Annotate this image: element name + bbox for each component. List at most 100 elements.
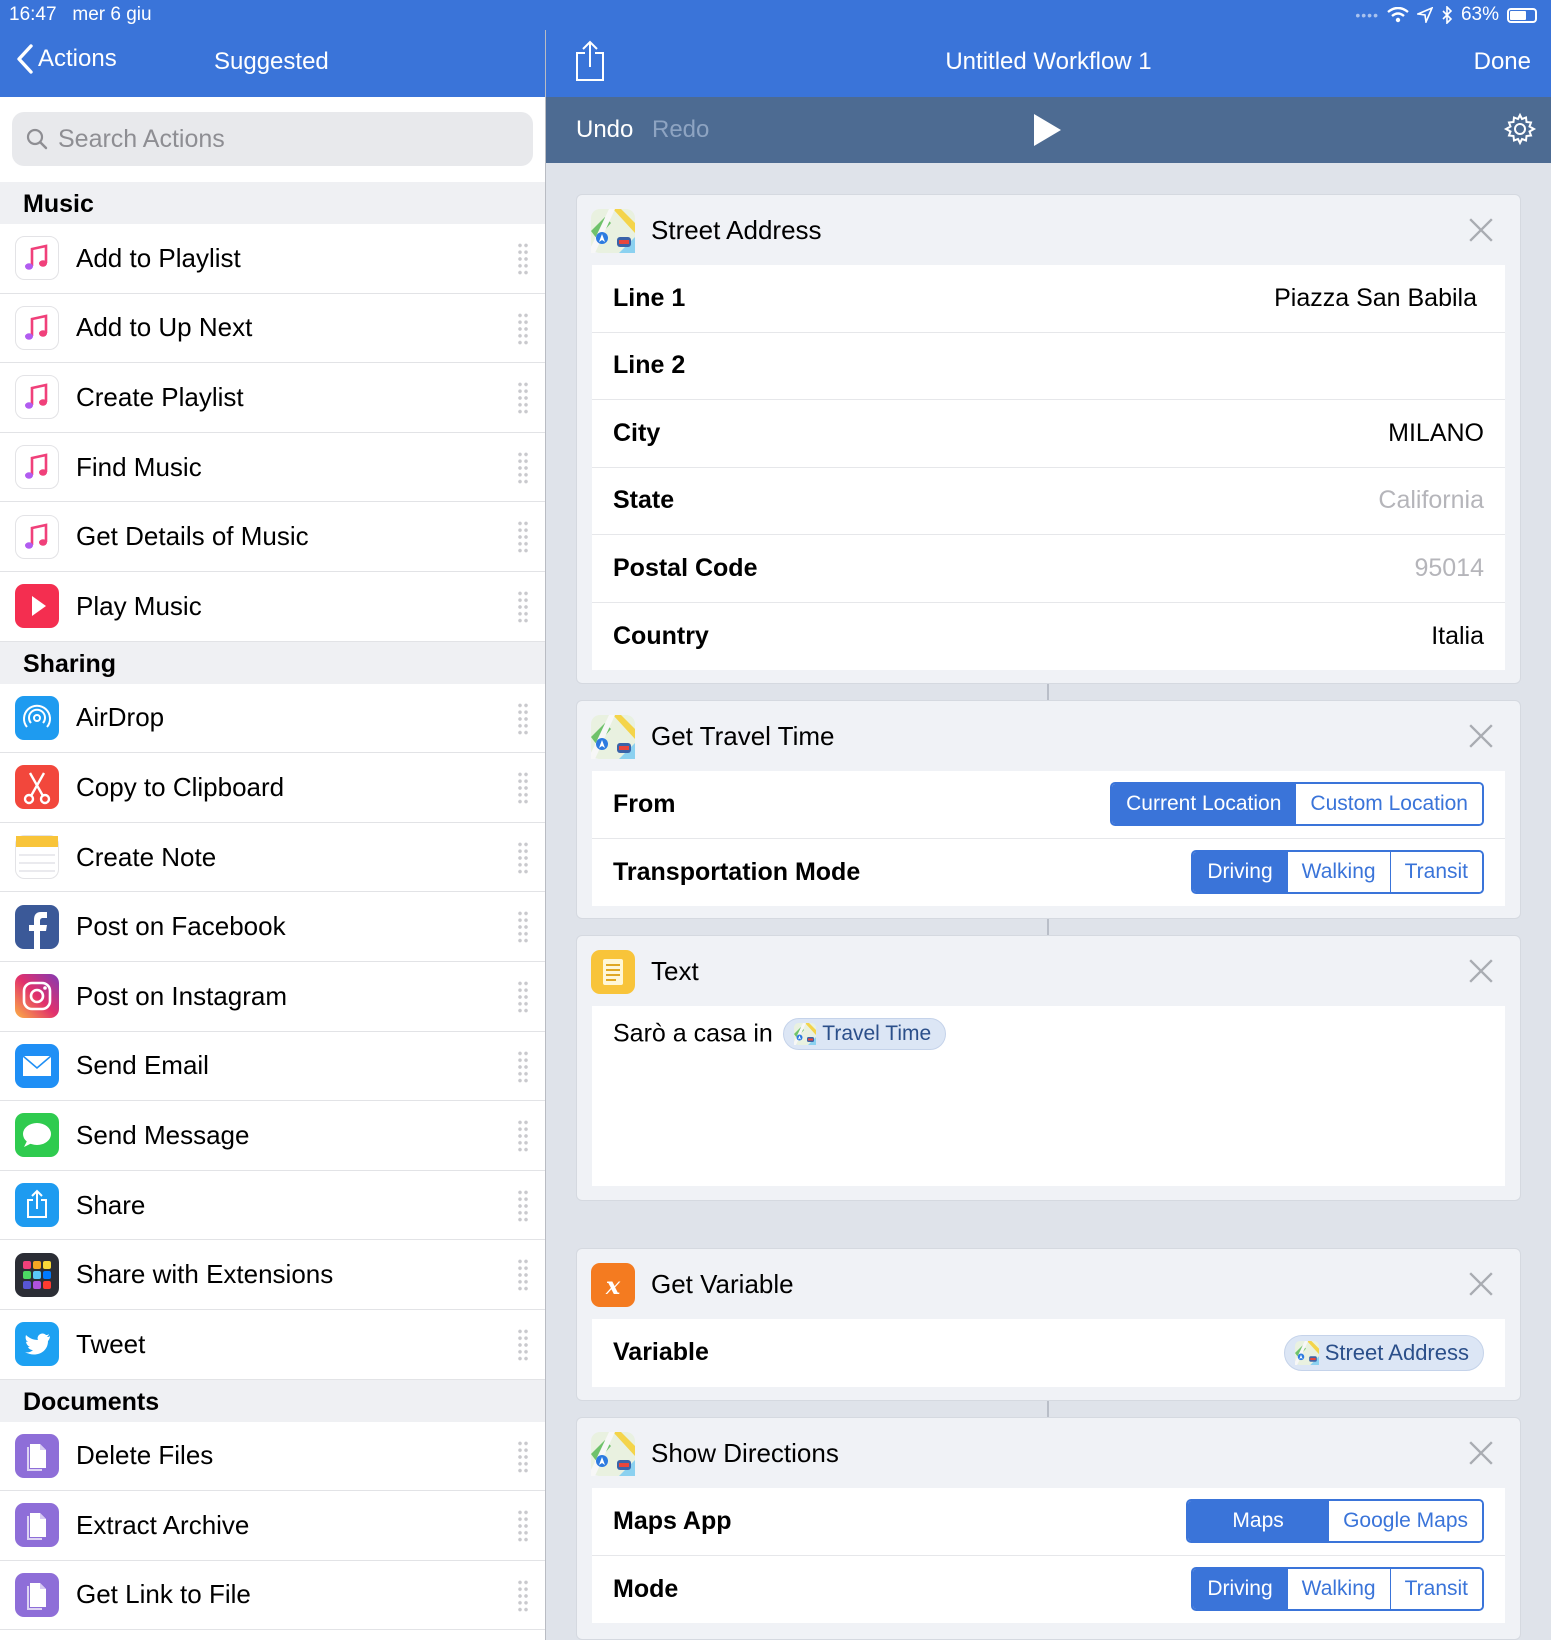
drag-handle-icon[interactable] [517,840,529,875]
action-item[interactable]: Create Playlist [0,363,545,433]
field-placeholder[interactable]: 95014 [1414,554,1484,583]
drag-handle-icon[interactable] [517,1509,529,1544]
action-item[interactable]: Extract Archive [0,1491,545,1561]
action-item[interactable]: Share with Extensions [0,1240,545,1310]
action-item[interactable]: Play Music [0,571,545,642]
drag-handle-icon[interactable] [517,701,529,736]
segment-option[interactable]: Driving [1193,1569,1287,1610]
drag-handle-icon[interactable] [517,979,529,1014]
field-placeholder[interactable]: California [1378,486,1484,515]
drag-handle-icon[interactable] [517,1049,529,1084]
svg-text:x: x [605,1271,621,1300]
action-item[interactable]: Add to Playlist [0,224,545,294]
drag-handle-icon[interactable] [517,311,529,346]
action-item[interactable]: Find Music [0,432,545,503]
maps-app-segmented-control: Maps Google Maps [1186,1499,1484,1544]
mode-segmented-control: Driving Walking Transit [1191,1567,1484,1612]
action-title: Get Variable [651,1269,794,1299]
action-item-label: Send Message [76,1119,250,1150]
segment-option[interactable]: Maps [1188,1501,1329,1542]
segment-option[interactable]: Walking [1286,852,1390,893]
back-button[interactable]: Actions [16,44,117,74]
action-item[interactable]: Get Link to File [0,1560,545,1631]
segment-option[interactable]: Walking [1286,1569,1390,1610]
status-time: 16:47 [9,4,57,25]
drag-handle-icon[interactable] [517,589,529,624]
run-button[interactable] [1032,113,1062,152]
from-segmented-control: Current Location Custom Location [1110,782,1484,827]
maps-icon [591,1432,635,1476]
drag-handle-icon[interactable] [517,381,529,416]
actions-panel: Actions Suggested Music Add to Playlist Ad… [0,0,545,1640]
action-item[interactable]: Post on Instagram [0,961,545,1032]
drag-handle-icon[interactable] [517,1119,529,1154]
segment-option[interactable]: Transit [1389,1569,1482,1610]
drag-handle-icon[interactable] [517,771,529,806]
address-field-row[interactable]: Line 1 Piazza San Babila [592,265,1505,333]
action-item[interactable]: Share [0,1170,545,1241]
action-item[interactable]: Copy to Clipboard [0,753,545,823]
drag-handle-icon[interactable] [517,1327,529,1362]
action-item[interactable]: Get Details of Music [0,502,545,572]
close-icon[interactable] [1468,723,1494,749]
address-field-row[interactable]: Line 2 [592,333,1505,400]
settings-button[interactable] [1503,112,1537,151]
field-label: Country [613,621,709,650]
action-item[interactable]: Send Email [0,1031,545,1102]
segment-option[interactable]: Custom Location [1295,784,1482,825]
close-icon[interactable] [1468,1440,1494,1466]
action-item[interactable]: Delete Files [0,1421,545,1492]
drag-handle-icon[interactable] [517,910,529,945]
flow-connector [1047,919,1049,935]
street-address-action[interactable]: Street Address Line 1 Piazza San Babila Li… [576,194,1521,684]
segment-option[interactable]: Google Maps [1328,1501,1482,1542]
maps-icon [591,715,635,759]
close-icon[interactable] [1468,1271,1494,1297]
get-travel-time-action[interactable]: Get Travel Time From Current Location Cus… [576,700,1521,919]
address-field-row[interactable]: State California [592,468,1505,535]
search-icon [26,128,48,150]
section-header-documents: Documents [0,1379,545,1422]
drag-handle-icon[interactable] [517,520,529,555]
drag-handle-icon[interactable] [517,1258,529,1293]
left-nav-title: Suggested [214,48,329,75]
field-value[interactable]: MILANO [1388,419,1484,448]
show-directions-action[interactable]: Show Directions Maps App Maps Google Maps… [576,1417,1521,1640]
drag-handle-icon[interactable] [517,1578,529,1613]
drag-handle-icon[interactable] [517,450,529,485]
action-item[interactable]: Add to Up Next [0,293,545,364]
drag-handle-icon[interactable] [517,1188,529,1223]
action-item-label: Post on Instagram [76,980,287,1011]
segment-option[interactable]: Driving [1193,852,1287,893]
field-value[interactable]: Piazza San Babila [1274,284,1477,313]
music-note-icon [15,305,59,350]
text-editor[interactable]: Sarò a casa in Travel Time [592,1006,1505,1186]
drag-handle-icon[interactable] [517,242,529,276]
address-field-row[interactable]: Country Italia [592,603,1505,671]
search-input[interactable] [58,124,498,154]
segment-option[interactable]: Transit [1389,852,1482,893]
play-icon [15,584,59,629]
done-button[interactable]: Done [1474,48,1531,76]
get-variable-action[interactable]: x Get Variable Variable Street Address [576,1248,1521,1401]
field-label: Postal Code [613,553,758,582]
address-field-row[interactable]: Postal Code 95014 [592,535,1505,603]
travel-time-variable-token[interactable]: Travel Time [783,1018,947,1050]
address-field-row[interactable]: City MILANO [592,400,1505,468]
text-action[interactable]: Text Sarò a casa in Travel Time [576,935,1521,1201]
drag-handle-icon[interactable] [517,1439,529,1474]
search-bar[interactable] [12,112,533,166]
action-item[interactable]: Post on Facebook [0,892,545,962]
redo-button[interactable]: Redo [652,116,709,144]
close-icon[interactable] [1468,217,1494,243]
action-item[interactable]: Tweet [0,1309,545,1380]
action-item[interactable]: Send Message [0,1101,545,1171]
action-item[interactable]: AirDrop [0,683,545,754]
street-address-variable-token[interactable]: Street Address [1283,1334,1484,1371]
action-item[interactable]: Create Note [0,822,545,893]
close-icon[interactable] [1468,958,1494,984]
field-value[interactable]: Italia [1431,622,1484,651]
workflow-title[interactable]: Untitled Workflow 1 [546,48,1551,76]
segment-option[interactable]: Current Location [1112,784,1296,825]
undo-button[interactable]: Undo [576,116,633,144]
